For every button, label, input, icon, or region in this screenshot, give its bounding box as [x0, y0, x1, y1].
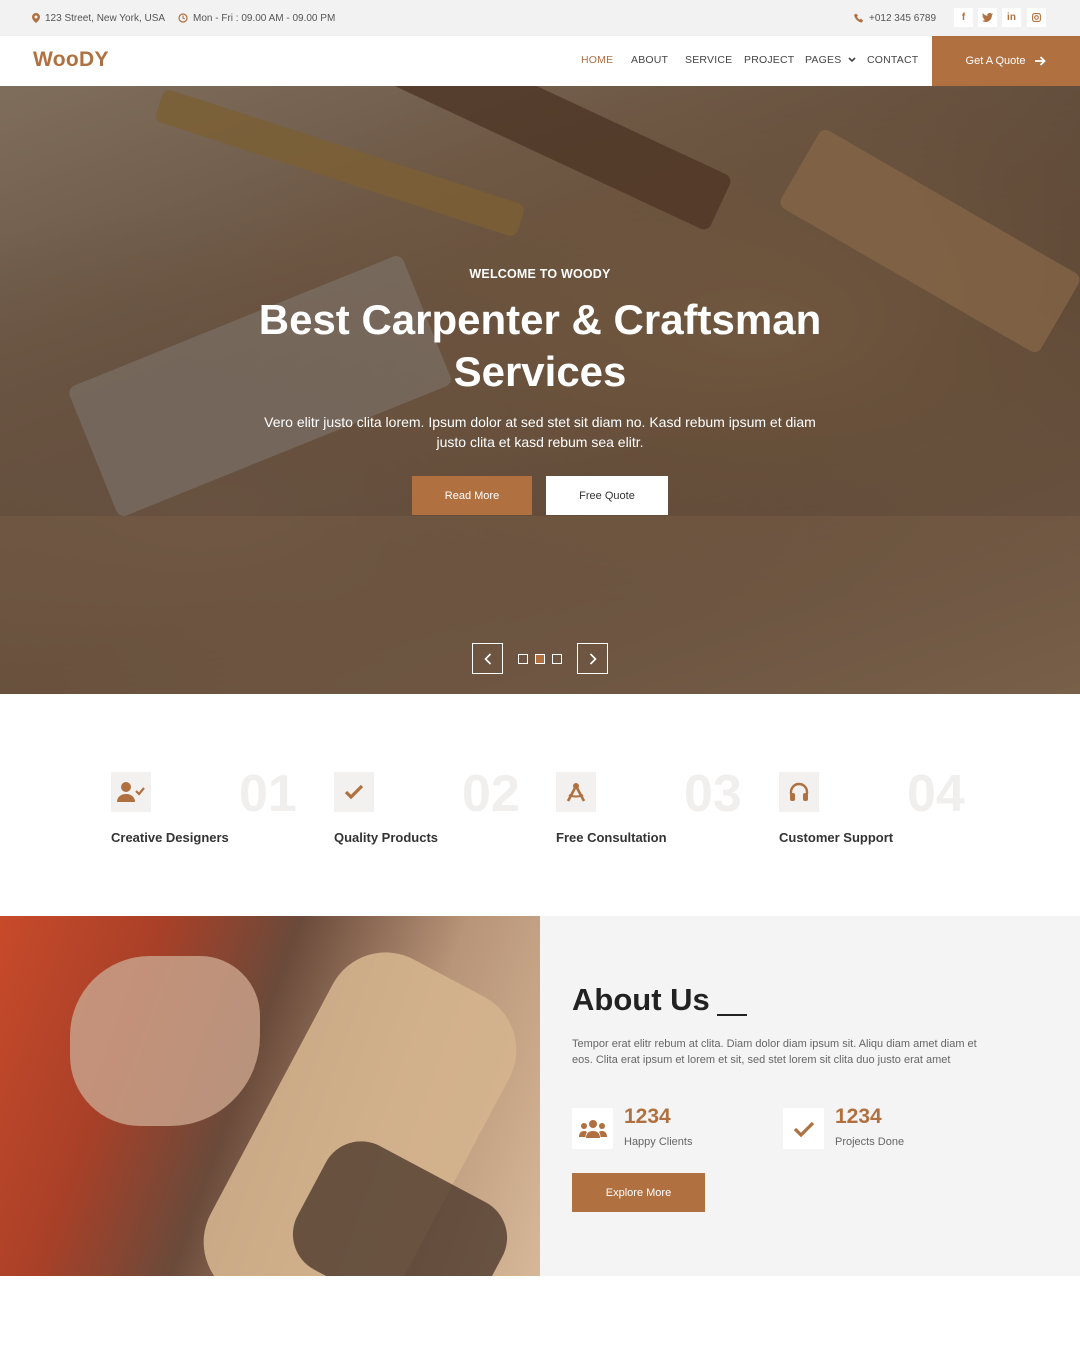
read-more-button[interactable]: Read More	[412, 476, 532, 515]
feature-icon-box	[111, 772, 151, 812]
carousel-dot-3[interactable]	[552, 654, 562, 664]
carousel-dot-2[interactable]	[535, 654, 545, 664]
map-marker-icon	[32, 13, 40, 23]
stat-label: Projects Done	[835, 1136, 905, 1148]
hero-title-line1: Best Carpenter & Craftsman	[258, 296, 822, 343]
hero-description: Vero elitr justo clita lorem. Ipsum dolo…	[264, 414, 816, 450]
about-hand-shape	[70, 956, 260, 1126]
about-title-underline	[717, 1014, 747, 1016]
compass-icon	[566, 783, 586, 802]
free-quote-button[interactable]: Free Quote	[546, 476, 668, 515]
stat-icon-box	[783, 1108, 824, 1149]
hero-lower-band	[0, 516, 1080, 694]
top-bar: 123 Street, New York, USA Mon - Fri : 09…	[0, 0, 1080, 36]
feature-title: Customer Support	[779, 830, 894, 845]
about-section: About Us Tempor erat elitr rebum at clit…	[540, 916, 1080, 1276]
phone-item[interactable]: +012 345 6789	[854, 0, 936, 36]
feature-title: Creative Designers	[111, 830, 229, 845]
clock-icon	[178, 13, 188, 23]
carousel-next-button[interactable]	[577, 643, 608, 674]
users-icon	[578, 1119, 607, 1138]
feature-icon-box	[779, 772, 819, 812]
feature-title: Quality Products	[334, 830, 439, 845]
feature-number: 04	[907, 765, 965, 823]
facebook-icon: f	[961, 12, 966, 23]
phone-text: +012 345 6789	[869, 12, 937, 24]
headphones-icon	[789, 782, 809, 801]
twitter-icon	[982, 13, 993, 22]
feature-creative-designers: 01 Creative Designers	[111, 765, 311, 852]
nav-pages-dropdown[interactable]: PAGES	[805, 54, 856, 66]
check-icon	[344, 784, 364, 800]
navbar: WooDY HOME ABOUT SERVICE PROJECT PAGES C…	[0, 36, 1080, 86]
hero-carousel: WELCOME TO WOODY Best Carpenter & Crafts…	[0, 86, 1080, 694]
nav-service[interactable]: SERVICE	[685, 54, 732, 66]
get-quote-button[interactable]: Get A Quote	[932, 36, 1080, 86]
stat-number: 1234	[835, 1105, 882, 1128]
stat-happy-clients: 1234 Happy Clients	[572, 1105, 772, 1152]
about-title: About Us	[572, 982, 710, 1017]
site-logo[interactable]: WooDY	[33, 48, 109, 72]
facebook-link[interactable]: f	[954, 8, 973, 27]
twitter-link[interactable]	[978, 8, 997, 27]
feature-number: 01	[239, 765, 297, 823]
hours-text: Mon - Fri : 09.00 AM - 09.00 PM	[193, 12, 336, 24]
feature-customer-support: 04 Customer Support	[779, 765, 979, 852]
nav-project[interactable]: PROJECT	[744, 54, 794, 66]
explore-more-button[interactable]: Explore More	[572, 1173, 705, 1212]
feature-number: 03	[684, 765, 742, 823]
check-icon	[793, 1121, 814, 1137]
feature-quality-products: 02 Quality Products	[334, 765, 534, 852]
chevron-down-icon	[847, 57, 856, 63]
user-check-icon	[117, 782, 145, 802]
about-description: Tempor erat elitr rebum at clita. Diam d…	[572, 1038, 977, 1066]
feature-title: Free Consultation	[556, 830, 667, 845]
nav-about[interactable]: ABOUT	[631, 54, 668, 66]
nav-pages-label: PAGES	[805, 54, 842, 66]
chevron-right-icon	[589, 652, 597, 665]
address-item: 123 Street, New York, USA	[32, 0, 165, 36]
feature-icon-box	[334, 772, 374, 812]
address-text: 123 Street, New York, USA	[45, 12, 166, 24]
linkedin-link[interactable]: in	[1002, 8, 1021, 27]
hero-title-line2: Services	[453, 348, 627, 395]
feature-number: 02	[462, 765, 520, 823]
get-quote-label: Get A Quote	[965, 55, 1026, 67]
linkedin-icon: in	[1007, 12, 1016, 23]
instagram-icon	[1032, 13, 1041, 22]
about-image	[0, 916, 540, 1276]
chevron-left-icon	[483, 652, 491, 665]
stat-number: 1234	[624, 1105, 671, 1128]
next-section-heading-partial	[440, 1338, 640, 1350]
carousel-dot-1[interactable]	[518, 654, 528, 664]
instagram-link[interactable]	[1027, 8, 1046, 27]
feature-free-consultation: 03 Free Consultation	[556, 765, 756, 852]
stat-icon-box	[572, 1108, 613, 1149]
hero-title: Best Carpenter & Craftsman Services	[0, 294, 1080, 398]
nav-contact[interactable]: CONTACT	[867, 54, 918, 66]
stat-label: Happy Clients	[624, 1136, 693, 1148]
hero-subtitle: WELCOME TO WOODY	[469, 267, 611, 281]
arrow-right-icon	[1035, 56, 1047, 66]
phone-icon	[854, 13, 864, 23]
hours-item: Mon - Fri : 09.00 AM - 09.00 PM	[178, 0, 335, 36]
nav-home[interactable]: HOME	[581, 54, 613, 66]
stat-projects-done: 1234 Projects Done	[783, 1105, 983, 1152]
feature-icon-box	[556, 772, 596, 812]
carousel-prev-button[interactable]	[472, 643, 503, 674]
